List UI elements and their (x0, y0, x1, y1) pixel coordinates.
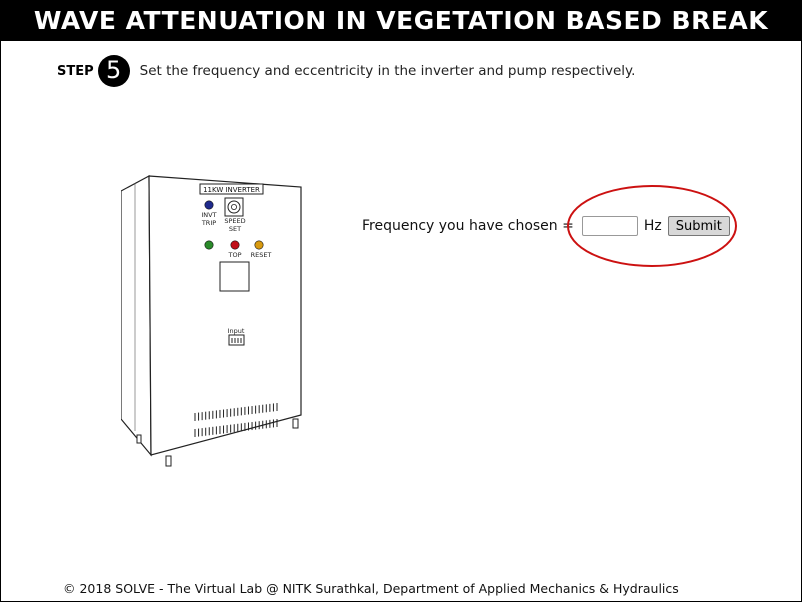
step-instruction-text: Set the frequency and eccentricity in th… (139, 63, 636, 79)
cabinet-foot (136, 434, 142, 444)
cabinet-side-panel (121, 175, 152, 457)
footer-copyright: © 2018 SOLVE - The Virtual Lab @ NITK Su… (63, 581, 679, 596)
step-label: STEP (57, 63, 94, 79)
input-connector-icon (228, 334, 245, 346)
page-title: WAVE ATTENUATION IN VEGETATION BASED BRE… (1, 1, 801, 41)
top-label: TOP (227, 251, 241, 259)
green-status-lamp (204, 240, 214, 250)
amber-status-lamp (254, 240, 264, 250)
invt-trip-label-2: TRIP (201, 219, 216, 227)
input-label: Input (228, 327, 245, 335)
invt-trip-lamp (204, 200, 214, 210)
speed-set-label-2: SET (229, 225, 241, 233)
cabinet-foot (292, 418, 299, 429)
cabinet-foot (165, 455, 172, 467)
inverter-display-window (219, 261, 250, 292)
step-instruction: STEP 5 Set the frequency and eccentricit… (57, 55, 636, 87)
inverter-cabinet-illustration: 11KW INVERTER INVT TRIP SPEED SET TOP RE… (121, 175, 302, 467)
speed-set-label-1: SPEED (224, 217, 245, 225)
highlight-ellipse-annotation (567, 185, 737, 267)
step-number-badge: 5 (97, 55, 130, 87)
red-status-lamp (230, 240, 240, 250)
inverter-nameplate-label: 11KW INVERTER (203, 186, 260, 194)
page-frame: WAVE ATTENUATION IN VEGETATION BASED BRE… (0, 0, 802, 602)
frequency-label: Frequency you have chosen = (362, 218, 574, 234)
reset-label: RESET (251, 251, 272, 259)
invt-trip-label-1: INVT (201, 211, 216, 219)
